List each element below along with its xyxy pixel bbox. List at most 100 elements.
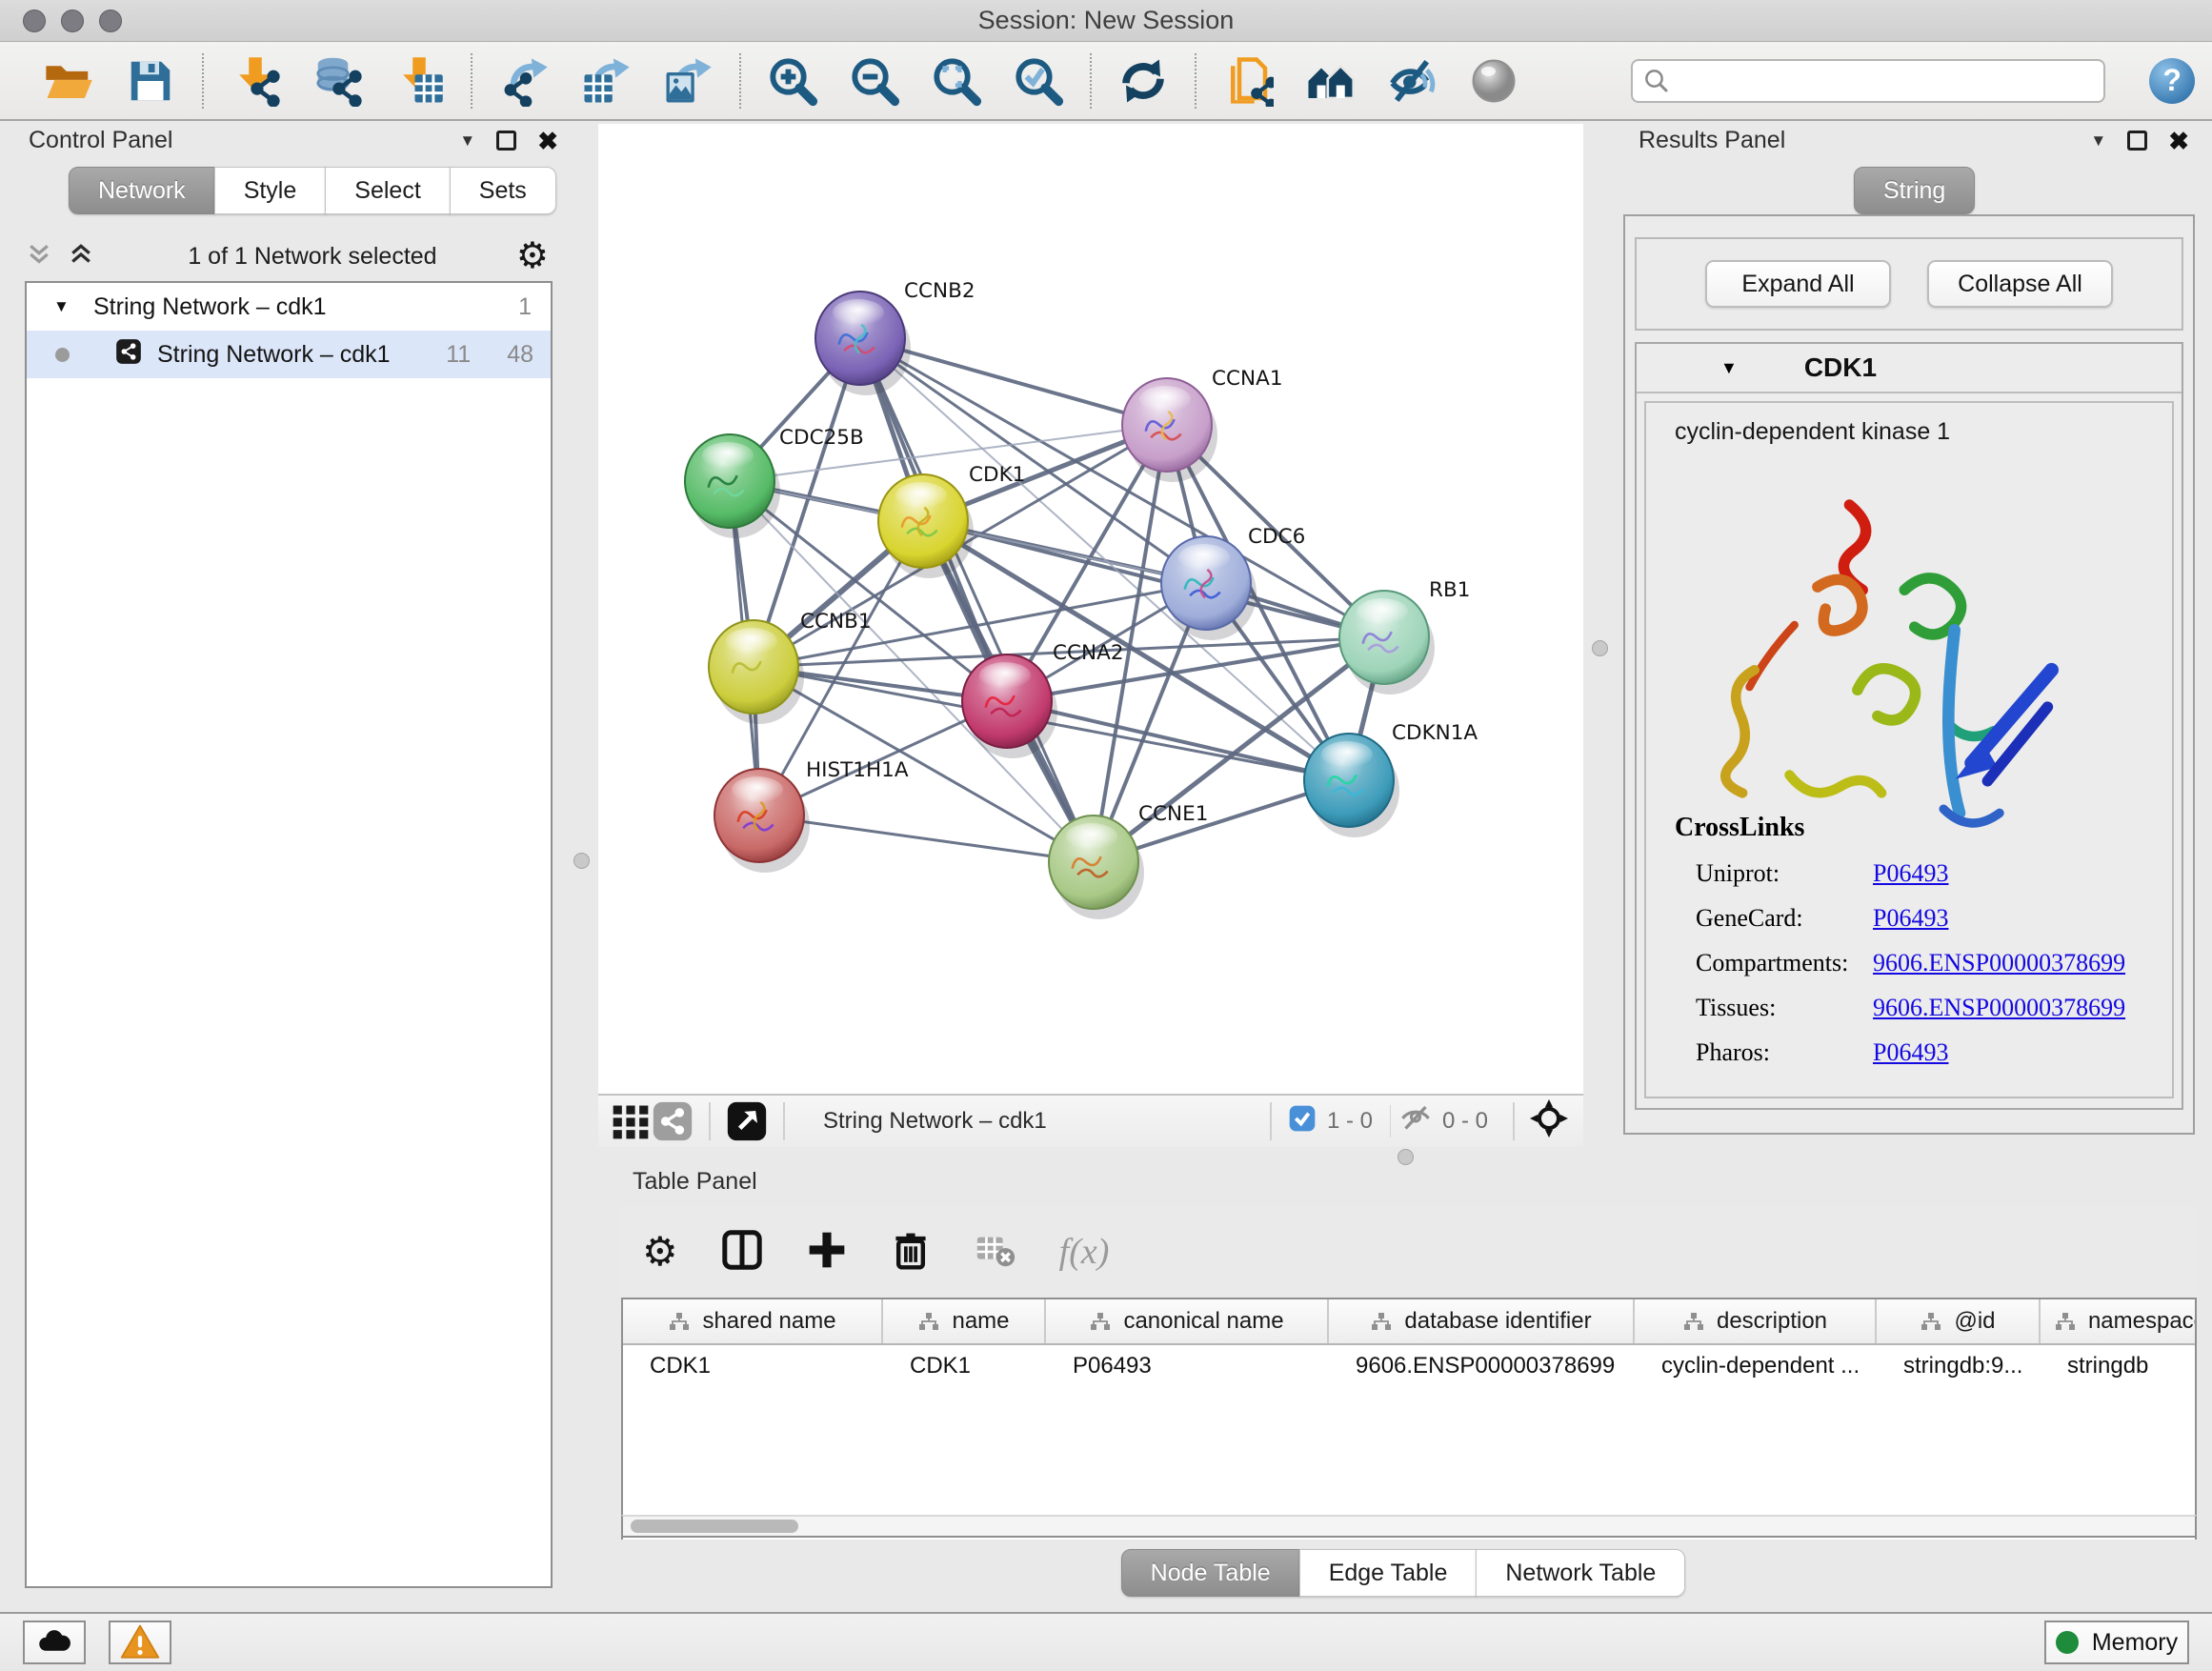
right-splitter-handle[interactable]	[1592, 640, 1608, 656]
column-header-@id[interactable]: @id	[1877, 1299, 2041, 1343]
add-column-icon[interactable]	[806, 1229, 848, 1276]
crosslink-link[interactable]: P06493	[1873, 904, 1948, 933]
help-icon[interactable]: ?	[2149, 58, 2195, 104]
gene-expander-icon[interactable]: ▼	[1720, 358, 1738, 378]
expand-all-button[interactable]: Expand All	[1705, 260, 1891, 308]
crosslink-link[interactable]: P06493	[1873, 859, 1948, 888]
crosslink-link[interactable]: P06493	[1873, 1038, 1948, 1067]
expand-all-icon[interactable]	[67, 240, 95, 273]
bottom-splitter-handle[interactable]	[1398, 1149, 1414, 1165]
network-edge[interactable]	[860, 338, 1094, 862]
results-close-icon[interactable]: ✖	[2168, 129, 2189, 153]
network-share-icon[interactable]	[652, 1100, 694, 1142]
show-grid-icon[interactable]	[610, 1100, 652, 1142]
table-cell[interactable]: stringdb	[2041, 1345, 2197, 1387]
memory-button[interactable]: Memory	[2044, 1621, 2189, 1664]
network-node-CCNA2[interactable]: CCNA2	[962, 641, 1124, 758]
tab-edge-table[interactable]: Edge Table	[1299, 1549, 1478, 1597]
collection-expander-icon[interactable]: ▼	[53, 297, 72, 316]
table-options-gear-icon[interactable]: ⚙	[642, 1232, 678, 1272]
tab-string[interactable]: String	[1854, 167, 1975, 214]
save-icon[interactable]	[124, 54, 177, 108]
column-header-description[interactable]: description	[1635, 1299, 1877, 1343]
column-header-namespace[interactable]: namespace	[2041, 1299, 2197, 1343]
network-row-selected[interactable]: String Network – cdk1 11 48	[27, 331, 551, 378]
selected-checkbox-icon[interactable]	[1287, 1103, 1317, 1140]
network-edge[interactable]	[1007, 701, 1349, 780]
string-home-icon[interactable]	[1303, 54, 1357, 108]
gene-card-header[interactable]: ▼ CDK1	[1637, 344, 2182, 393]
delete-column-icon[interactable]	[890, 1229, 932, 1276]
node-table[interactable]: shared namenamecanonical namedatabase id…	[621, 1298, 2197, 1540]
column-header-canonical-name[interactable]: canonical name	[1046, 1299, 1329, 1343]
crosslink-link[interactable]: 9606.ENSP00000378699	[1873, 994, 2125, 1022]
crosslink-link[interactable]: 9606.ENSP00000378699	[1873, 949, 2125, 977]
column-header-name[interactable]: name	[883, 1299, 1046, 1343]
network-node-CDKN1A[interactable]: CDKN1A	[1304, 721, 1478, 837]
network-node-CCNA1[interactable]: CCNA1	[1122, 367, 1283, 482]
tab-select[interactable]: Select	[325, 167, 450, 214]
network-collection-row[interactable]: ▼ String Network – cdk1 1	[27, 283, 551, 331]
import-table-icon[interactable]	[392, 54, 446, 108]
table-cell[interactable]: cyclin-dependent ...	[1635, 1345, 1877, 1387]
cloud-tasks-button[interactable]	[23, 1621, 86, 1664]
network-edge[interactable]	[923, 521, 1384, 637]
hidden-eye-icon[interactable]	[1398, 1101, 1433, 1142]
network-canvas[interactable]: CCNB2CCNA1CDC25BCDK1CDC6RB1CCNB1CCNA2CDK…	[598, 124, 1583, 1094]
zoom-window-button[interactable]	[99, 10, 122, 32]
open-folder-icon[interactable]	[42, 54, 95, 108]
sphere-icon[interactable]	[1467, 54, 1520, 108]
zoom-in-icon[interactable]	[766, 54, 819, 108]
panel-menu-icon[interactable]: ▼	[459, 131, 475, 151]
minimize-window-button[interactable]	[61, 10, 84, 32]
table-cell[interactable]: CDK1	[883, 1345, 1046, 1387]
tab-network[interactable]: Network	[69, 167, 215, 214]
import-database-icon[interactable]	[311, 54, 364, 108]
network-node-CCNE1[interactable]: CCNE1	[1049, 802, 1208, 919]
table-cell[interactable]: CDK1	[623, 1345, 883, 1387]
hide-labels-icon[interactable]	[1385, 54, 1438, 108]
network-node-CCNB2[interactable]: CCNB2	[815, 279, 975, 395]
refresh-icon[interactable]	[1116, 54, 1170, 108]
zoom-out-icon[interactable]	[848, 54, 901, 108]
search-input[interactable]	[1631, 59, 2105, 103]
export-table-icon[interactable]	[579, 54, 633, 108]
network-options-gear-icon[interactable]: ⚙	[516, 238, 549, 274]
open-in-window-icon[interactable]	[726, 1100, 768, 1142]
tab-sets[interactable]: Sets	[450, 167, 556, 214]
tab-node-table[interactable]: Node Table	[1121, 1549, 1300, 1597]
network-node-HIST1H1A[interactable]: HIST1H1A	[714, 758, 909, 873]
left-splitter-handle[interactable]	[573, 853, 590, 869]
panel-close-icon[interactable]: ✖	[537, 129, 558, 153]
share-document-icon[interactable]	[1221, 54, 1275, 108]
zoom-fit-icon[interactable]	[930, 54, 983, 108]
panel-float-icon[interactable]	[496, 131, 516, 151]
network-node-CCNB1[interactable]: CCNB1	[709, 610, 872, 724]
collapse-all-button[interactable]: Collapse All	[1927, 260, 2113, 308]
zoom-selected-icon[interactable]	[1012, 54, 1065, 108]
tab-style[interactable]: Style	[214, 167, 327, 214]
fit-selected-crosshair-icon[interactable]	[1530, 1099, 1568, 1144]
show-columns-icon[interactable]	[720, 1228, 764, 1277]
collapse-all-icon[interactable]	[25, 240, 53, 273]
table-row[interactable]: CDK1CDK1P064939606.ENSP00000378699cyclin…	[623, 1345, 2195, 1387]
column-header-shared-name[interactable]: shared name	[623, 1299, 883, 1343]
string-network-graph[interactable]: CCNB2CCNA1CDC25BCDK1CDC6RB1CCNB1CCNA2CDK…	[598, 124, 1583, 1094]
table-hscrollbar[interactable]	[621, 1515, 2197, 1538]
export-image-icon[interactable]	[661, 54, 714, 108]
table-cell[interactable]: stringdb:9...	[1877, 1345, 2041, 1387]
import-network-icon[interactable]	[229, 54, 282, 108]
warnings-button[interactable]	[109, 1621, 171, 1664]
network-node-CDC25B[interactable]: CDC25B	[685, 426, 864, 538]
table-cell[interactable]: P06493	[1046, 1345, 1329, 1387]
table-cell[interactable]: 9606.ENSP00000378699	[1329, 1345, 1635, 1387]
export-network-icon[interactable]	[497, 54, 551, 108]
column-header-database-identifier[interactable]: database identifier	[1329, 1299, 1635, 1343]
tab-network-table[interactable]: Network Table	[1476, 1549, 1685, 1597]
results-menu-icon[interactable]: ▼	[2090, 131, 2106, 151]
network-node-RB1[interactable]: RB1	[1339, 578, 1470, 695]
table-hscrollbar-thumb[interactable]	[631, 1520, 798, 1533]
results-float-icon[interactable]	[2127, 131, 2147, 151]
network-node-CDC6[interactable]: CDC6	[1161, 525, 1305, 640]
close-window-button[interactable]	[23, 10, 46, 32]
